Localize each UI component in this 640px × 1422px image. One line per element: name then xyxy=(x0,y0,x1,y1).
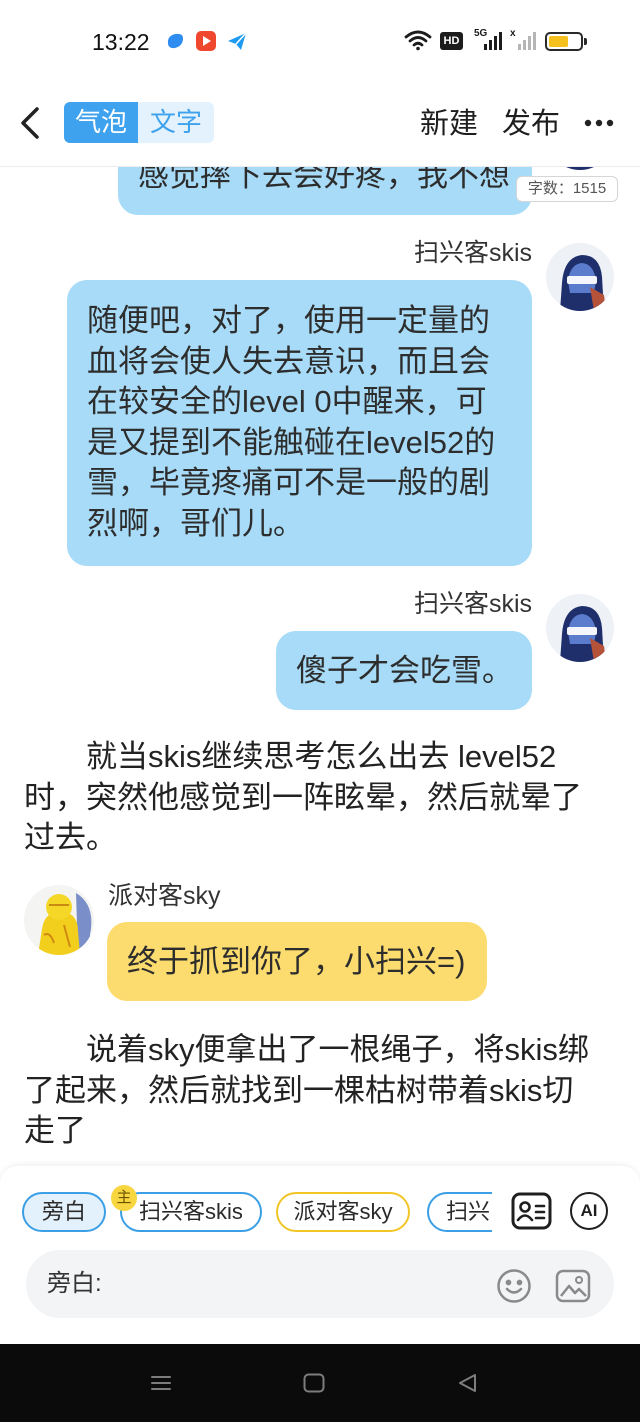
new-button[interactable]: 新建 xyxy=(420,105,478,143)
narration-line: 了起来，然后就找到一棵枯树带着skis切 xyxy=(24,1072,574,1108)
video-app-icon xyxy=(195,30,217,52)
system-nav-bar xyxy=(0,1344,640,1422)
paper-plane-icon xyxy=(226,30,248,52)
message-line: 雪，毕竟疼痛可不是一般的剧 xyxy=(87,465,490,500)
battery-icon xyxy=(545,32,583,51)
message-line: 是又提到不能触碰在level52的 xyxy=(87,424,496,460)
skis-avatar xyxy=(546,243,614,311)
message-bubble[interactable]: 感觉摔下去会好疼，我不想 xyxy=(118,167,532,215)
skis-avatar xyxy=(546,594,614,662)
sky-avatar xyxy=(24,885,94,955)
word-count-badge: 字数：1515 xyxy=(516,176,618,202)
message-line: 傻子才会吃雪。 xyxy=(296,653,513,688)
role-selector: 旁白 扫兴客skis 主 派对客sky 扫兴 xyxy=(0,1180,492,1236)
wifi-icon xyxy=(404,29,432,51)
narration-text[interactable]: 就当skis继续思考怎么出去 level52 时，突然他感觉到一阵眩晕，然后就晕… xyxy=(24,737,624,859)
message-line: 烈啊，哥们儿。 xyxy=(87,505,304,541)
chevron-left-icon[interactable] xyxy=(17,104,45,142)
message-bubble[interactable]: 终于抓到你了，小扫兴=) xyxy=(107,922,487,1001)
story-editor[interactable]: 感觉摔下去会好疼，我不想 字数：1515 扫兴客skis 随便吧，对了，使用一定… xyxy=(0,167,640,1166)
message-bubble[interactable]: 傻子才会吃雪。 xyxy=(276,631,532,710)
battery-nub xyxy=(584,38,587,45)
message-line: 感觉摔下去会好疼，我不想 xyxy=(138,167,510,193)
battery-fill xyxy=(549,36,568,47)
main-role-badge: 主 xyxy=(111,1185,137,1211)
role-chip-skis-2[interactable]: 扫兴 xyxy=(427,1192,492,1232)
speaker-name: 扫兴客skis xyxy=(413,239,532,267)
emoji-icon[interactable] xyxy=(496,1268,532,1304)
clock: 13:22 xyxy=(92,29,150,55)
message-line: 血将会使人失去意识，而且会 xyxy=(87,343,490,379)
contact-card-icon[interactable] xyxy=(511,1192,552,1230)
tab-bubble[interactable]: 气泡 xyxy=(64,102,138,143)
composer-role-label: 旁白: xyxy=(47,1270,102,1297)
skis-avatar xyxy=(546,167,614,170)
message-line: 终于抓到你了，小扫兴=) xyxy=(127,944,466,979)
composer-input[interactable]: 旁白: xyxy=(26,1250,614,1318)
speaker-name: 派对客sky xyxy=(108,882,221,910)
message-line: 在较安全的level 0中醒来，可 xyxy=(87,384,487,419)
narration-line: 说着sky便拿出了一根绳子，将skis绑 xyxy=(86,1032,589,1067)
home-square-icon[interactable] xyxy=(303,1373,325,1393)
narration-line: 过去。 xyxy=(24,820,117,855)
role-chip-sky[interactable]: 派对客sky xyxy=(276,1192,410,1232)
image-icon[interactable] xyxy=(555,1268,591,1304)
composer-panel: 旁白 扫兴客skis 主 派对客sky 扫兴 AI 旁白: xyxy=(0,1166,640,1344)
narration-text[interactable]: 说着sky便拿出了一根绳子，将skis绑 了起来，然后就找到一棵枯树带着skis… xyxy=(24,1030,624,1152)
status-bar: 13:22 HD 5G x xyxy=(0,0,640,80)
role-chip-skis[interactable]: 扫兴客skis xyxy=(120,1192,262,1232)
signal-icon xyxy=(518,32,536,50)
back-triangle-icon[interactable] xyxy=(456,1373,478,1393)
narration-line: 走了 xyxy=(24,1113,86,1148)
message-bubble[interactable]: 随便吧，对了，使用一定量的 血将会使人失去意识，而且会 在较安全的level 0… xyxy=(67,280,532,566)
speaker-name: 扫兴客skis xyxy=(413,590,532,618)
ai-button[interactable]: AI xyxy=(570,1192,608,1230)
tab-text[interactable]: 文字 xyxy=(138,102,214,143)
more-horizontal-icon[interactable] xyxy=(584,119,614,127)
menu-icon[interactable] xyxy=(150,1375,172,1391)
signal-5g-icon xyxy=(484,32,502,50)
narration-line: 时，突然他感觉到一阵眩晕，然后就晕了 xyxy=(24,779,582,815)
no-signal-mark: x xyxy=(510,28,516,39)
app-notification-icon xyxy=(164,30,186,52)
mode-toggle: 气泡 文字 xyxy=(64,102,214,143)
hd-icon: HD xyxy=(440,32,463,50)
top-bar: 气泡 文字 新建 发布 xyxy=(0,80,640,167)
narration-line: 就当skis继续思考怎么出去 level52 xyxy=(86,739,557,774)
message-line: 随便吧，对了，使用一定量的 xyxy=(87,303,490,338)
role-chip-narrator[interactable]: 旁白 xyxy=(22,1192,106,1232)
publish-button[interactable]: 发布 xyxy=(502,105,560,143)
